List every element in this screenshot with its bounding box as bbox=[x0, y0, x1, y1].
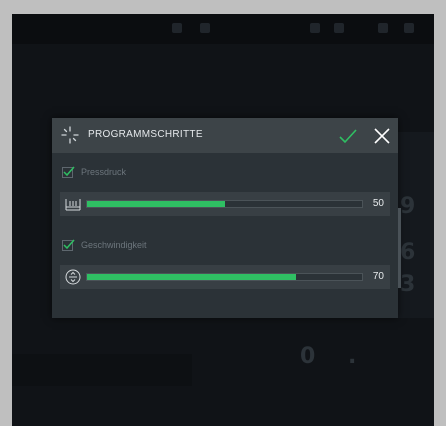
param-label-geschwindigkeit[interactable]: Geschwindigkeit bbox=[62, 239, 147, 251]
dialog-header: PROGRAMMSCHRITTE bbox=[52, 118, 398, 153]
geschwindigkeit-value: 70 bbox=[372, 271, 384, 282]
param-label-text: Geschwindigkeit bbox=[81, 240, 147, 250]
pressdruck-slider-fill bbox=[87, 201, 225, 207]
checkbox-icon[interactable] bbox=[62, 239, 75, 251]
checkbox-icon[interactable] bbox=[62, 166, 75, 178]
speed-icon bbox=[65, 269, 81, 285]
confirm-button[interactable] bbox=[338, 126, 358, 146]
close-button[interactable] bbox=[372, 126, 392, 146]
param-label-pressdruck[interactable]: Pressdruck bbox=[62, 166, 126, 178]
dialog-scrollbar[interactable] bbox=[398, 208, 401, 288]
spinner-icon bbox=[61, 126, 79, 144]
program-steps-dialog: PROGRAMMSCHRITTE Pressdruck 50 Geschwind… bbox=[52, 118, 401, 318]
geschwindigkeit-slider-fill bbox=[87, 274, 296, 280]
pressdruck-slider[interactable] bbox=[86, 200, 363, 208]
pressure-icon bbox=[65, 199, 81, 211]
param-row-geschwindigkeit[interactable]: 70 bbox=[60, 265, 390, 289]
param-label-text: Pressdruck bbox=[81, 167, 127, 177]
pressdruck-value: 50 bbox=[372, 198, 384, 209]
param-row-pressdruck[interactable]: 50 bbox=[60, 192, 390, 216]
geschwindigkeit-slider[interactable] bbox=[86, 273, 363, 281]
dialog-title: PROGRAMMSCHRITTE bbox=[88, 129, 203, 140]
